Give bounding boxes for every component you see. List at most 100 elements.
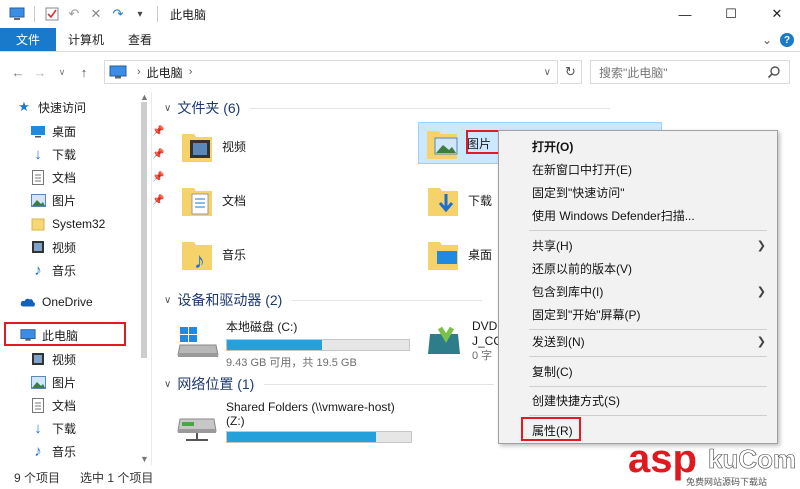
sidebar-scrollbar[interactable]: ▲ ▼ [138,92,150,465]
scrollbar-thumb[interactable] [141,102,147,358]
network-drive-tile[interactable]: Shared Folders (\\vmware-host) (Z:) [176,400,416,450]
menu-item-restore-versions[interactable]: 还原以前的版本(V) [500,257,776,279]
document-icon [30,397,46,413]
sidebar-item-label: 下载 [52,147,77,162]
address-dropdown-icon[interactable]: ∨ [544,67,551,78]
sidebar-item-pc-downloads[interactable]: ↓ 下载 [30,417,76,439]
menu-label: 固定到"快速访问" [532,185,625,200]
highlight-properties [521,417,581,441]
group-header-label: 文件夹 (6) [177,100,241,116]
tab-view[interactable]: 查看 [116,28,164,51]
sidebar-item-pc-documents[interactable]: 文档 [30,394,76,416]
recent-locations-icon[interactable]: ∨ [52,61,72,83]
sidebar-item-label: 图片 [52,375,77,390]
search-placeholder: 搜索"此电脑" [599,65,668,80]
sidebar-item-system32[interactable]: System32 [30,213,105,235]
tab-computer[interactable]: 计算机 [56,28,116,51]
network-drive-icon [177,418,217,441]
expand-ribbon-icon[interactable]: ⌄ [762,33,772,47]
menu-item-pin-start[interactable]: 固定到"开始"屏幕(P) [500,303,776,325]
menu-label: 固定到"开始"屏幕(P) [532,307,641,322]
breadcrumb-this-pc[interactable]: 此电脑 [147,64,183,81]
highlight-this-pc [4,322,126,346]
download-icon: ↓ [34,419,42,437]
group-header-folders[interactable]: ∨ 文件夹 (6) [164,98,634,118]
collapse-chevron-icon[interactable]: ∨ [164,295,171,306]
close-button[interactable]: ✕ [754,0,800,28]
minimize-button[interactable]: — [662,0,708,28]
sidebar-item-documents[interactable]: 文档 📌 [30,166,164,188]
menu-separator [529,356,767,357]
sidebar-item-pc-pictures[interactable]: 图片 [30,371,76,393]
menu-item-copy[interactable]: 复制(C) [500,360,776,382]
collapse-chevron-icon[interactable]: ∨ [164,103,171,114]
windows-drive-icon [177,327,219,357]
navigation-buttons: ← → ∨ ↑ [0,61,104,83]
sidebar-item-label: 桌面 [52,124,77,139]
folder-tile-downloads[interactable]: 下载 [426,180,492,220]
scroll-up-icon[interactable]: ▲ [140,92,149,102]
sidebar-item-label: 视频 [52,240,77,255]
folder-label: 视频 [222,139,247,154]
desktop-icon [30,123,46,139]
menu-item-include-library[interactable]: 包含到库中(I) ❯ [500,280,776,302]
sidebar-item-onedrive[interactable]: OneDrive [20,291,93,313]
sidebar-item-pc-videos[interactable]: 视频 [30,348,76,370]
folder-tile-music[interactable]: ♪ 音乐 [180,234,246,274]
toolbar-divider [34,6,35,22]
maximize-button[interactable]: ☐ [708,0,754,28]
sidebar-item-videos[interactable]: 视频 [30,236,76,258]
navigation-pane: ★ 快速访问 桌面 📌 ↓ 下载 📌 文档 📌 图片 📌 System32 视频… [0,92,164,465]
redo-icon[interactable]: ↷ [109,5,127,23]
collapse-chevron-icon[interactable]: ∨ [164,379,171,390]
sidebar-item-quick-access[interactable]: ★ 快速访问 [16,96,86,118]
folder-label: 音乐 [222,247,247,262]
drive-tile-c[interactable]: 本地磁盘 (C:) 9.43 GB 可用，共 19.5 GB [176,318,416,369]
scroll-down-icon[interactable]: ▼ [140,454,149,464]
menu-separator [529,415,767,416]
back-arrow-icon[interactable]: ← [8,61,28,83]
video-icon [30,351,46,367]
tab-file[interactable]: 文件 [0,28,56,51]
picture-icon [30,192,46,208]
menu-label: 在新窗口中打开(E) [532,162,632,177]
properties-icon[interactable] [43,5,61,23]
folder-tile-desktop[interactable]: 桌面 [426,234,492,274]
drive-usage-bar [226,339,410,351]
address-bar[interactable]: › 此电脑 › ∨ [104,60,558,84]
help-icon[interactable]: ? [780,33,794,47]
group-header-devices[interactable]: ∨ 设备和驱动器 (2) [164,290,504,310]
breadcrumb-separator-icon[interactable]: › [189,66,193,78]
menu-item-share[interactable]: 共享(H) ❯ [500,234,776,256]
forward-arrow-icon[interactable]: → [30,61,50,83]
menu-item-pin-quick-access[interactable]: 固定到"快速访问" [500,181,776,203]
menu-item-create-shortcut[interactable]: 创建快捷方式(S) [500,389,776,411]
window-controls: — ☐ ✕ [662,0,800,28]
drive-letter: (Z:) [226,414,245,428]
search-icon[interactable] [767,65,781,79]
drive-name: Shared Folders (\\vmware-host) [226,400,395,414]
group-header-network[interactable]: ∨ 网络位置 (1) [164,374,504,394]
customize-dropdown-icon[interactable]: ▾ [131,5,149,23]
submenu-arrow-icon: ❯ [756,335,766,348]
music-folder-icon: ♪ [182,242,212,273]
undo-icon[interactable]: ↶ [65,5,83,23]
sidebar-item-desktop[interactable]: 桌面 📌 [30,120,164,142]
search-input[interactable]: 搜索"此电脑" [590,60,790,84]
up-arrow-icon[interactable]: ↑ [74,61,94,83]
menu-item-send-to[interactable]: 发送到(N) ❯ [500,330,776,352]
folder-tile-documents[interactable]: 文档 [180,180,246,220]
sidebar-item-music[interactable]: ♪ 音乐 [30,259,76,281]
sidebar-item-pc-music[interactable]: ♪ 音乐 [30,440,76,462]
menu-item-open-new-window[interactable]: 在新窗口中打开(E) [500,158,776,180]
folder-tile-videos[interactable]: 视频 [180,126,246,166]
refresh-button[interactable]: ↻ [560,60,582,84]
drive-tile-dvd[interactable]: DVD J_CC 0 字 [426,318,506,364]
menu-item-open[interactable]: 打开(O) [500,135,776,157]
delete-icon[interactable]: ✕ [87,5,105,23]
video-folder-icon [182,134,212,162]
document-icon [30,169,46,185]
menu-item-defender-scan[interactable]: 使用 Windows Defender扫描... [500,204,776,226]
sidebar-item-downloads[interactable]: ↓ 下载 📌 [30,143,164,165]
sidebar-item-pictures[interactable]: 图片 📌 [30,189,164,211]
